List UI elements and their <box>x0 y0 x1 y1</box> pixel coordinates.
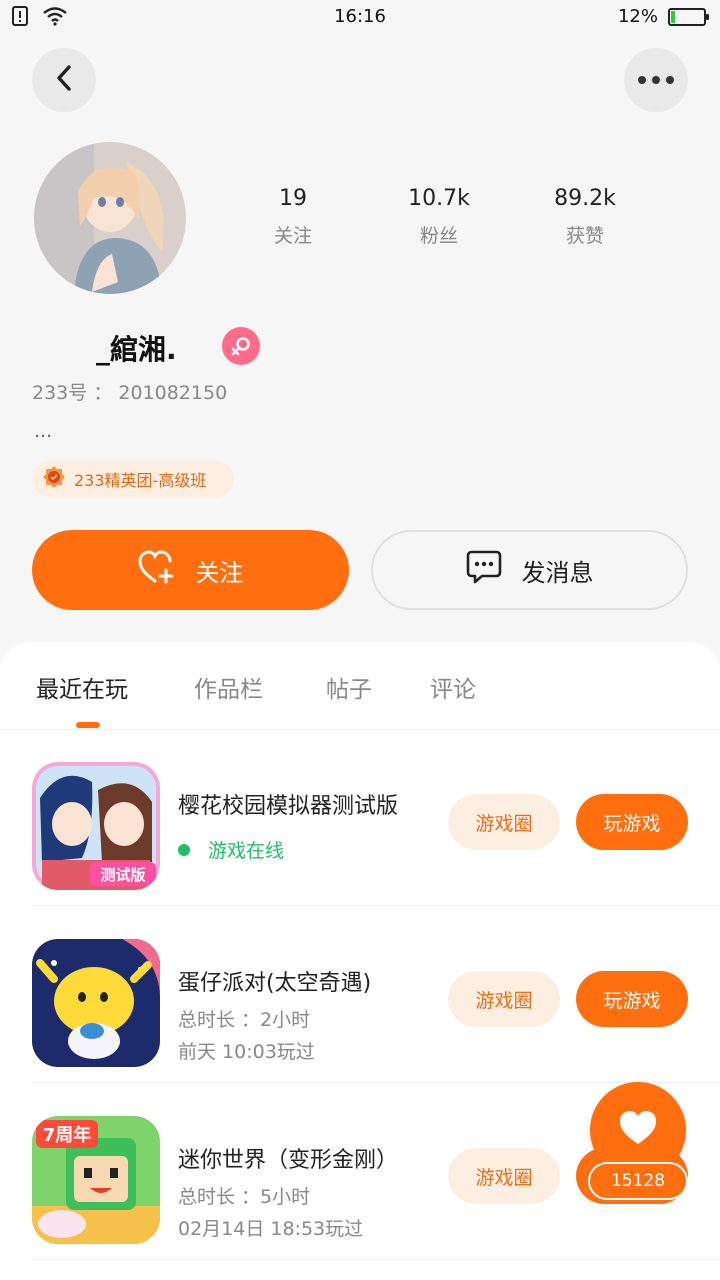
battery-icon <box>668 7 709 26</box>
game-circle-button[interactable]: 游戏圈 <box>448 1148 560 1204</box>
stat-label: 获赞 <box>565 225 604 247</box>
online-text: 游戏在线 <box>208 840 285 862</box>
game-icon[interactable] <box>32 939 160 1067</box>
game-icon-label: 测试版 <box>100 866 145 884</box>
stat-following[interactable]: 19 关注 <box>220 186 366 248</box>
battery-percent: 12% <box>617 6 658 27</box>
game-circle-button[interactable]: 游戏圈 <box>448 971 560 1027</box>
tab-indicator <box>76 722 100 728</box>
battery-fill <box>671 10 675 23</box>
tab-comments[interactable]: 评论 <box>430 670 476 704</box>
game-title: 樱花校园模拟器测试版 <box>178 794 399 819</box>
game-item[interactable]: 蛋仔派对(太空奇遇) 总时长 ：2小时 前天 10:03玩过 游戏圈 玩游戏 <box>32 907 720 1083</box>
user-id-label: 233号 <box>32 382 88 404</box>
elite-badge[interactable]: 233精英团-高级班 <box>32 461 234 497</box>
heart-plus-icon <box>137 550 176 590</box>
game-circle-button[interactable]: 游戏圈 <box>448 794 560 850</box>
status-icons-right: 12% <box>617 6 709 27</box>
like-count: 15128 <box>588 1162 688 1200</box>
game-title: 蛋仔派对(太空奇遇) <box>178 971 372 996</box>
username: _綰湘. <box>96 333 177 366</box>
game-last-played: 02月14日 18:53玩过 <box>178 1218 364 1240</box>
more-button[interactable] <box>624 48 688 112</box>
game-item[interactable]: 测试版 樱花校园模拟器测试版 游戏在线 游戏圈 玩游戏 <box>32 730 720 906</box>
status-time: 16:16 <box>334 6 386 27</box>
stat-fans[interactable]: 10.7k 粉丝 <box>366 186 512 248</box>
tab-works[interactable]: 作品栏 <box>194 670 263 704</box>
stat-value: 10.7k <box>408 186 470 211</box>
play-game-button[interactable]: 玩游戏 <box>576 794 688 850</box>
chevron-left-icon <box>54 64 74 96</box>
stat-label: 关注 <box>273 225 312 247</box>
game-last-played: 前天 10:03玩过 <box>178 1041 315 1063</box>
status-bar: 16:16 12% <box>0 0 720 36</box>
more-dots-icon <box>638 76 674 84</box>
game-online-status: 游戏在线 <box>178 836 284 863</box>
tab-bar: 最近在玩 作品栏 帖子 评论 <box>0 642 720 730</box>
stat-label: 粉丝 <box>419 225 458 247</box>
back-button[interactable] <box>32 48 96 112</box>
user-id-sep: ： <box>93 382 119 404</box>
follow-label: 关注 <box>195 558 244 587</box>
stat-value: 19 <box>279 186 307 211</box>
game-title: 迷你世界（变形金刚） <box>178 1148 399 1173</box>
stat-value: 89.2k <box>554 186 616 211</box>
game-playtime: 总时长 ：2小时 <box>178 1009 311 1031</box>
user-id-value: 201082150 <box>118 382 228 404</box>
message-button[interactable]: 发消息 <box>371 530 688 610</box>
game-icon-label: 7周年 <box>43 1124 92 1146</box>
stat-likes[interactable]: 89.2k 获赞 <box>512 186 658 248</box>
online-dot-icon <box>178 843 190 856</box>
female-gender-icon <box>222 327 260 365</box>
profile-stats: 19 关注 10.7k 粉丝 89.2k 获赞 <box>220 186 660 248</box>
follow-button[interactable]: 关注 <box>32 530 349 610</box>
avatar[interactable] <box>34 142 186 294</box>
user-bio: ... <box>34 420 53 442</box>
game-icon[interactable]: 7周年 <box>32 1116 160 1244</box>
tab-recent-played[interactable]: 最近在玩 <box>36 670 128 704</box>
game-icon[interactable]: 测试版 <box>32 762 160 890</box>
play-game-button[interactable]: 玩游戏 <box>576 971 688 1027</box>
badge-label: 233精英团-高级班 <box>74 471 207 490</box>
user-id: 233号 ： 201082150 <box>32 378 227 405</box>
medal-icon <box>42 465 66 493</box>
message-label: 发消息 <box>521 558 594 587</box>
heart-icon <box>618 1110 658 1150</box>
game-playtime: 总时长 ：5小时 <box>178 1186 311 1208</box>
chat-bubble-icon <box>466 550 502 590</box>
tab-posts[interactable]: 帖子 <box>326 670 372 704</box>
